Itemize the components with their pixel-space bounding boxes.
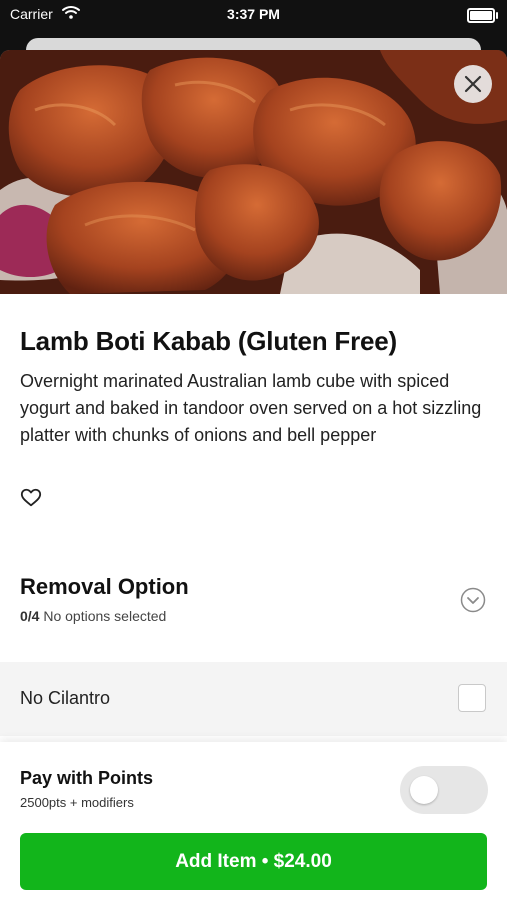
footer-panel: Pay with Points 2500pts + modifiers Add … <box>0 742 507 900</box>
heart-icon <box>20 488 42 507</box>
removal-option-subtitle: 0/4 No options selected <box>20 608 166 624</box>
food-photo <box>0 50 507 294</box>
item-detail-sheet: Lamb Boti Kabab (Gluten Free) Overnight … <box>0 50 507 900</box>
item-description: Overnight marinated Australian lamb cube… <box>20 371 482 445</box>
status-bar: Carrier 3:37 PM <box>0 0 507 34</box>
battery-icon <box>467 8 498 23</box>
removal-option-title: Removal Option <box>20 574 189 599</box>
favorite-button[interactable] <box>20 487 42 509</box>
chevron-down-icon <box>460 587 486 613</box>
selection-count: 0/4 <box>20 608 40 624</box>
toggle-knob <box>410 776 438 804</box>
close-button[interactable] <box>454 65 492 103</box>
add-item-button[interactable]: Add Item • $24.00 <box>20 833 487 890</box>
checkbox-icon[interactable] <box>458 684 486 712</box>
pay-with-points-toggle[interactable] <box>400 766 488 814</box>
status-time: 3:37 PM <box>227 6 280 22</box>
removal-option-toggle[interactable] <box>460 587 486 613</box>
option-label: No Cilantro <box>20 688 111 708</box>
item-title: Lamb Boti Kabab (Gluten Free) <box>20 326 398 356</box>
selection-status: No options selected <box>43 608 167 624</box>
option-row-no-cilantro[interactable]: No Cilantro <box>0 662 507 736</box>
close-icon <box>464 75 482 93</box>
pay-with-points-title: Pay with Points <box>20 768 154 788</box>
pay-with-points-subtitle: 2500pts + modifiers <box>20 795 134 810</box>
